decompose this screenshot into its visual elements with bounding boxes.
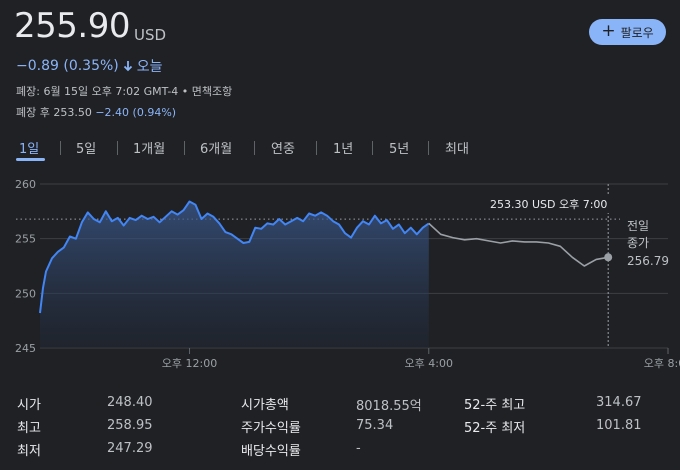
y-tick-label: 260 [15, 178, 36, 191]
y-tick-label: 245 [15, 342, 36, 355]
market-closed-info: 폐장: 6월 15일 오후 7:02 GMT-4 • 면책조항 [16, 85, 233, 98]
price-change: −0.89 (0.35%) 오늘 [16, 56, 163, 76]
stat-value-market-cap: 8018.55억 [356, 399, 422, 414]
after-hours-change: −2.40 (0.94%) [95, 106, 177, 119]
stat-label-dividend: 배당수익률 [241, 444, 301, 459]
arrow-down-icon [123, 61, 132, 72]
stat-label-low: 최저 [17, 444, 41, 459]
tab-5d[interactable]: 5일 [76, 138, 96, 157]
tab-divider [372, 141, 373, 155]
tab-1d[interactable]: 1일 [19, 138, 39, 157]
range-tabs: 1일 5일 1개월 6개월 연중 1년 5년 최대 [0, 134, 680, 162]
tab-1y[interactable]: 1년 [333, 138, 353, 157]
stat-label-52w-low: 52-주 최저 [464, 421, 526, 436]
tab-ytd[interactable]: 연중 [271, 138, 295, 157]
y-tick-label: 250 [15, 287, 36, 300]
stat-label-52w-high: 52-주 최고 [464, 398, 526, 413]
y-tick-label: 255 [15, 233, 36, 246]
tab-max[interactable]: 최대 [445, 138, 469, 157]
price-chart[interactable]: 260 255 250 245 253.30 USD 오후 7:00 전일종가 256.79… [0, 168, 680, 378]
change-value: −0.89 (0.35%) [16, 58, 119, 74]
tab-divider [428, 141, 429, 155]
x-tick-label: 오후 12:00 [162, 357, 217, 370]
currency-label: USD [134, 26, 167, 44]
after-hours-info: 폐장 후 253.50 −2.40 (0.94%) [16, 104, 176, 120]
active-tab-indicator [16, 158, 45, 161]
price-chart-svg[interactable]: 260 255 250 245 253.30 USD 오후 7:00 전일종가 256.79… [0, 168, 680, 378]
tab-divider [254, 141, 255, 155]
stat-value-open: 248.40 [107, 395, 153, 410]
stat-value-high: 258.95 [107, 418, 153, 433]
tab-divider [117, 141, 118, 155]
stat-value-52w-high: 314.67 [596, 395, 642, 410]
tab-divider [184, 141, 185, 155]
stat-label-pe-ratio: 주가수익률 [241, 421, 301, 436]
x-tick-label: 오후 8:00 [644, 357, 680, 370]
stat-value-52w-low: 101.81 [596, 418, 642, 433]
prev-close-value: 256.79 [627, 254, 669, 268]
follow-button[interactable]: + 팔로우 [589, 19, 666, 45]
prev-close-label: 전일 [627, 219, 649, 233]
stock-price: 255.90 [14, 6, 130, 46]
stat-label-high: 최고 [17, 421, 41, 436]
stat-value-low: 247.29 [107, 441, 153, 456]
change-period: 오늘 [136, 59, 163, 75]
tab-5y[interactable]: 5년 [389, 138, 409, 157]
stat-value-dividend: - [356, 441, 361, 456]
after-hours-price: 폐장 후 253.50 [16, 106, 92, 119]
stat-label-market-cap: 시가총액 [241, 398, 289, 413]
prev-close-label: 종가 [627, 236, 649, 250]
tab-1m[interactable]: 1개월 [133, 138, 165, 157]
tooltip-text: 253.30 USD 오후 7:00 [490, 198, 607, 211]
stat-value-pe-ratio: 75.34 [356, 418, 394, 433]
tab-divider [316, 141, 317, 155]
after-hours-line [428, 222, 609, 267]
stat-label-open: 시가 [17, 398, 41, 413]
hover-point [604, 253, 613, 262]
plus-icon: + [601, 20, 616, 41]
x-tick-label: 오후 4:00 [405, 357, 453, 370]
tab-divider [60, 141, 61, 155]
follow-button-label: 팔로우 [620, 25, 654, 40]
tab-6m[interactable]: 6개월 [200, 138, 232, 157]
